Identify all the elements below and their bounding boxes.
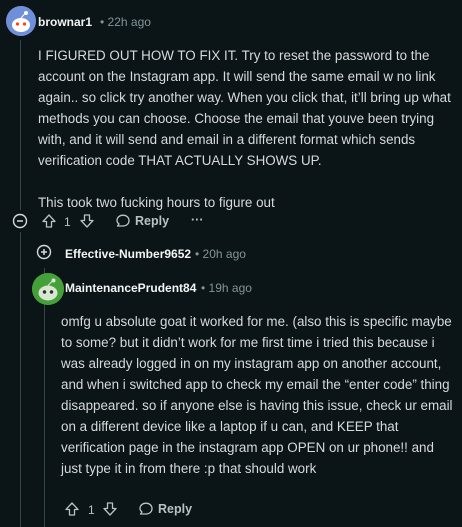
thread-line-main (20, 40, 21, 210)
comment-time: 22h ago (107, 15, 151, 29)
collapsed-reply-time: 20h ago (202, 247, 246, 261)
avatar[interactable] (6, 6, 36, 36)
comment-username[interactable]: brownar1 (38, 15, 92, 29)
comment-body: I FIGURED OUT HOW TO FIX IT. Try to rese… (38, 45, 456, 213)
downvote-button[interactable] (102, 501, 118, 517)
thread-line-branch (44, 268, 45, 527)
expand-thread-button[interactable] (36, 244, 52, 260)
dot-separator: • (201, 281, 209, 295)
comment-bubble-icon (116, 214, 130, 227)
upvote-button[interactable] (41, 213, 57, 229)
more-options-icon: ··· (191, 213, 204, 227)
upvote-icon (42, 214, 56, 228)
reply-button[interactable]: Reply (115, 213, 169, 229)
downvote-icon (80, 214, 94, 228)
reply-label: Reply (158, 502, 193, 516)
avatar[interactable] (32, 273, 64, 305)
comment-meta: • 19h ago (201, 281, 252, 295)
downvote-icon (103, 502, 117, 516)
comment-body: omfg u absolute goat it worked for me. (… (61, 311, 455, 479)
collapsed-reply-username[interactable]: Effective-Number9652 (65, 247, 191, 261)
comment-paragraph: I FIGURED OUT HOW TO FIX IT. Try to rese… (38, 48, 451, 168)
more-options-button[interactable]: ··· (191, 213, 204, 227)
comment-paragraph: omfg u absolute goat it worked for me. (… (61, 314, 453, 476)
snoo-avatar-icon (6, 6, 36, 36)
reply-button[interactable]: Reply (138, 501, 192, 517)
vote-count-text: 1 (64, 215, 71, 229)
plus-circle-icon (36, 244, 52, 260)
snoo-avatar-icon (32, 273, 64, 305)
vote-count-text: 1 (88, 503, 95, 517)
upvote-button[interactable] (64, 501, 80, 517)
comment-paragraph: This took two fucking hours to figure ou… (38, 195, 275, 210)
comment-bubble-icon (139, 502, 153, 515)
upvote-icon (65, 502, 79, 516)
minus-circle-icon (12, 213, 28, 229)
vote-count: 1 (88, 503, 95, 517)
comment-username[interactable]: MaintenancePrudent84 (65, 281, 196, 295)
comment-time: 19h ago (208, 281, 252, 295)
thread-line-replies (20, 232, 21, 527)
collapse-thread-button[interactable] (12, 213, 28, 229)
reply-label: Reply (135, 214, 170, 228)
downvote-button[interactable] (79, 213, 95, 229)
collapsed-reply-meta: • 20h ago (195, 247, 246, 261)
dot-separator: • (100, 15, 108, 29)
dot-separator: • (195, 247, 203, 261)
vote-count: 1 (64, 215, 71, 229)
comment-meta: • 22h ago (100, 15, 151, 29)
